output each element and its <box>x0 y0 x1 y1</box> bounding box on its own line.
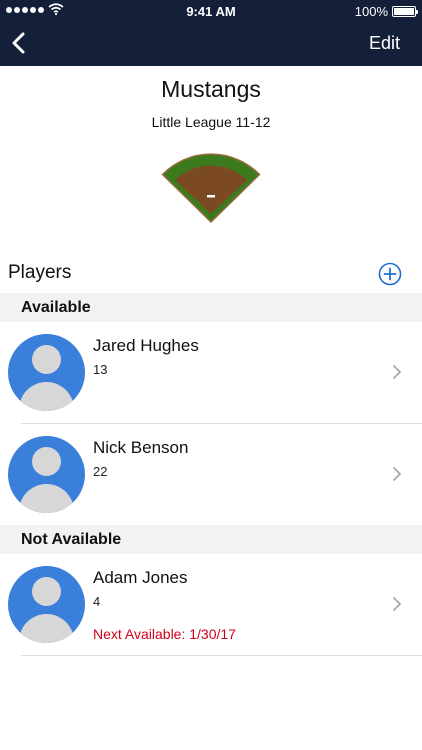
players-heading: Players <box>8 262 72 283</box>
avatar <box>8 436 85 513</box>
section-header-available: Available <box>0 293 422 322</box>
status-bar: 9:41 AM 100% <box>0 0 422 22</box>
team-name: Mustangs <box>161 76 261 102</box>
player-number: 22 <box>93 464 108 479</box>
player-row-nick-benson[interactable]: Nick Benson 22 <box>0 424 422 525</box>
player-name: Nick Benson <box>93 438 189 457</box>
player-name: Adam Jones <box>93 568 188 587</box>
chevron-right-icon <box>393 597 402 611</box>
baseball-field-icon <box>161 153 261 224</box>
add-player-button[interactable] <box>378 262 402 286</box>
player-number: 4 <box>93 594 101 609</box>
player-row-jared-hughes[interactable]: Jared Hughes 13 <box>0 322 422 424</box>
battery-icon <box>392 6 418 17</box>
section-header-not-available: Not Available <box>0 525 422 554</box>
battery-level <box>394 8 414 15</box>
battery-indicator: 100% <box>354 4 418 19</box>
edit-button[interactable]: Edit <box>369 33 400 54</box>
section-label: Not Available <box>21 531 122 548</box>
avatar <box>8 566 85 643</box>
row-divider <box>21 655 422 656</box>
chevron-right-icon <box>393 467 402 481</box>
team-league: Little League 11-12 <box>151 114 271 130</box>
chevron-left-icon <box>12 32 25 54</box>
player-number: 13 <box>93 362 108 377</box>
battery-percent: 100% <box>354 4 388 19</box>
avatar <box>8 334 85 411</box>
availability-note: Next Available: 1/30/17 <box>93 626 236 642</box>
plus-circle-icon <box>378 262 402 286</box>
back-button[interactable] <box>6 28 34 58</box>
nav-bar: 9:41 AM 100% Edit <box>0 0 422 66</box>
section-label: Available <box>21 299 91 316</box>
player-name: Jared Hughes <box>93 336 199 355</box>
chevron-right-icon <box>393 365 402 379</box>
player-row-adam-jones[interactable]: Adam Jones 4 Next Available: 1/30/17 <box>0 554 422 656</box>
